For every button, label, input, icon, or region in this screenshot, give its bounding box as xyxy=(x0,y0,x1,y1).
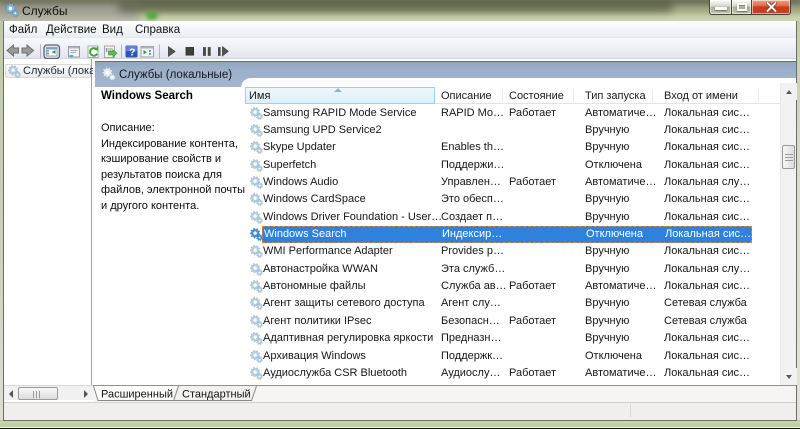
svg-text:Расширенный: Расширенный xyxy=(101,389,173,401)
svg-text:?: ? xyxy=(129,47,135,59)
svg-text:Стандартный: Стандартный xyxy=(182,389,251,401)
